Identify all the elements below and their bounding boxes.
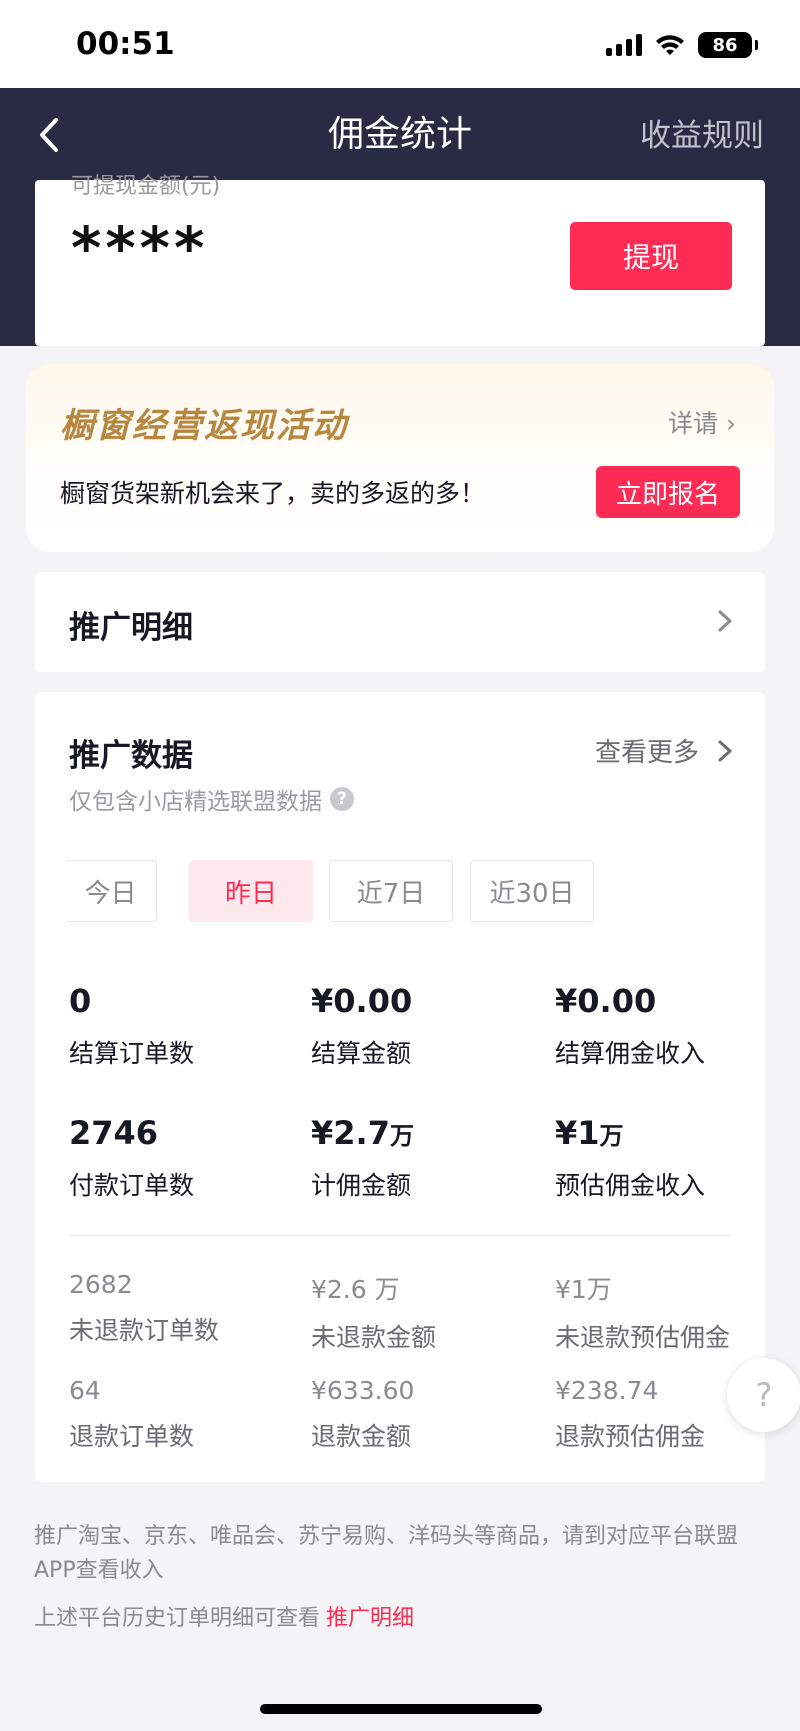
- metric-label: 未退款订单数: [69, 1316, 220, 1345]
- metric-commissionable-amount: ¥2.7万 计佣金额: [311, 1114, 541, 1202]
- wifi-icon: [656, 35, 684, 55]
- footer-history-text: 上述平台历史订单明细可查看: [34, 1606, 321, 1631]
- tab-30-days[interactable]: 近30日: [470, 860, 594, 922]
- metric-refund-amount: ¥633.60 退款金额: [311, 1376, 541, 1453]
- metric-label: 未退款预估佣金: [555, 1323, 731, 1352]
- metric-value: ¥2.7万: [311, 1114, 414, 1152]
- promotion-data-card: 推广数据 查看更多 仅包含小店精选联盟数据 ? 今日 昨日 近7日 近30日 0…: [35, 692, 765, 1482]
- tab-today[interactable]: 今日: [65, 860, 157, 922]
- promo-banner[interactable]: 橱窗经营返现活动 详请 › 橱窗货架新机会来了，卖的多返的多！ 立即报名: [26, 364, 774, 552]
- metric-label: 结算金额: [311, 1039, 412, 1068]
- promotion-detail-row[interactable]: 推广明细: [35, 572, 765, 672]
- signup-button[interactable]: 立即报名: [596, 466, 740, 518]
- metric-unrefunded-orders: 2682 未退款订单数: [69, 1270, 299, 1347]
- metric-label: 未退款金额: [311, 1323, 437, 1352]
- balance-card: 可提现金额(元) **** 提现: [35, 174, 765, 346]
- chevron-right-icon: [718, 610, 732, 632]
- footer-note: 推广淘宝、京东、唯品会、苏宁易购、洋码头等商品，请到对应平台联盟APP查看收入: [34, 1524, 739, 1583]
- metric-settled-commission: ¥0.00 结算佣金收入: [555, 982, 785, 1070]
- metric-value: ¥1万: [555, 1275, 612, 1304]
- withdraw-button[interactable]: 提现: [570, 222, 732, 290]
- metric-value: ¥2.6 万: [311, 1275, 400, 1304]
- metric-value: 2682: [69, 1270, 133, 1299]
- metric-unrefunded-amount: ¥2.6 万 未退款金额: [311, 1270, 541, 1354]
- chevron-right-icon[interactable]: [715, 736, 735, 766]
- promotion-detail-label: 推广明细: [69, 610, 193, 646]
- metric-label: 付款订单数: [69, 1171, 195, 1200]
- view-more-link[interactable]: 查看更多: [595, 732, 699, 769]
- metric-paid-orders: 2746 付款订单数: [69, 1114, 299, 1202]
- metric-unrefunded-commission: ¥1万 未退款预估佣金: [555, 1270, 785, 1354]
- promo-detail-link[interactable]: 详请 ›: [668, 404, 736, 440]
- metric-value: ¥1万: [555, 1114, 624, 1152]
- promo-title: 橱窗经营返现活动: [60, 406, 348, 446]
- earning-rules-link[interactable]: 收益规则: [640, 113, 764, 159]
- footer-promotion-detail-link[interactable]: 推广明细: [326, 1606, 414, 1631]
- footer-history-note: 上述平台历史订单明细可查看 推广明细: [34, 1600, 414, 1632]
- metric-refund-orders: 64 退款订单数: [69, 1376, 299, 1453]
- metric-settled-amount: ¥0.00 结算金额: [311, 982, 541, 1070]
- status-bar: 00:51 86: [0, 0, 800, 88]
- metric-settled-orders: 0 结算订单数: [69, 982, 299, 1070]
- metric-value: ¥0.00: [555, 982, 657, 1020]
- divider: [69, 1235, 731, 1236]
- tab-7-days[interactable]: 近7日: [329, 860, 453, 922]
- battery-icon: 86: [698, 32, 758, 58]
- help-icon[interactable]: ?: [330, 787, 354, 811]
- metric-value: ¥0.00: [311, 982, 413, 1020]
- metric-label: 退款金额: [311, 1422, 412, 1451]
- data-note: 仅包含小店精选联盟数据 ?: [69, 782, 354, 816]
- promo-subtitle: 橱窗货架新机会来了，卖的多返的多！: [60, 479, 486, 508]
- status-time: 00:51: [76, 26, 175, 62]
- metric-label: 结算佣金收入: [555, 1039, 706, 1068]
- tab-yesterday[interactable]: 昨日: [189, 860, 313, 922]
- balance-amount: ****: [71, 214, 209, 282]
- metric-label: 计佣金额: [311, 1171, 412, 1200]
- home-indicator: [260, 1704, 542, 1714]
- metric-label: 预估佣金收入: [555, 1171, 706, 1200]
- status-icons: 86: [606, 30, 758, 60]
- metric-value: ¥633.60: [311, 1376, 415, 1405]
- metric-label: 结算订单数: [69, 1039, 195, 1068]
- metric-label: 退款订单数: [69, 1422, 195, 1451]
- data-note-text: 仅包含小店精选联盟数据: [69, 789, 322, 815]
- metric-estimated-commission: ¥1万 预估佣金收入: [555, 1114, 785, 1202]
- metric-value: 2746: [69, 1114, 159, 1152]
- balance-label: 可提现金额(元): [71, 174, 221, 199]
- signal-icon: [606, 34, 642, 56]
- metric-value: 64: [69, 1376, 101, 1405]
- floating-help-button[interactable]: ?: [727, 1358, 800, 1432]
- metric-value: 0: [69, 982, 92, 1020]
- promotion-data-title: 推广数据: [69, 738, 193, 774]
